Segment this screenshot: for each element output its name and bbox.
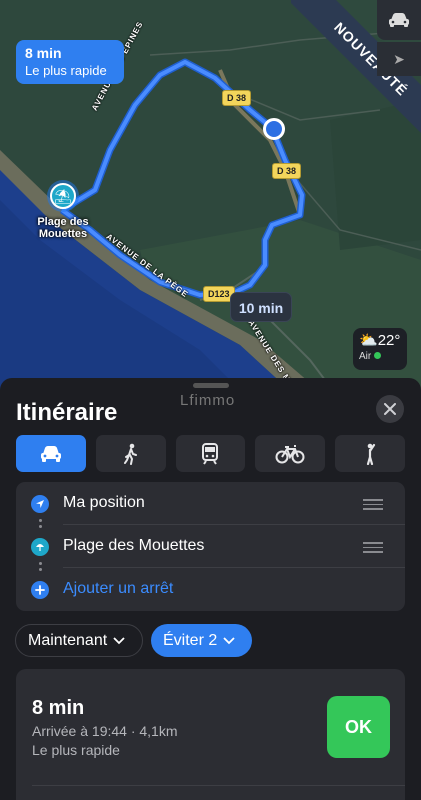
mode-bike[interactable] (255, 435, 326, 472)
alternate-route-callout[interactable]: 10 min (230, 292, 292, 322)
ok-button[interactable]: OK (327, 696, 390, 758)
add-stop-row[interactable]: Ajouter un arrêt (16, 568, 405, 611)
stop-origin-label: Ma position (63, 494, 145, 511)
add-stop-label: Ajouter un arrêt (63, 580, 174, 597)
destination-pin-label: Plage des Mouettes (37, 216, 89, 240)
route-duration: 8 min (32, 697, 85, 719)
weather-widget[interactable]: ⛅22° Air (353, 328, 407, 370)
location-arrow-button[interactable]: ➤ (377, 42, 421, 76)
mode-transit[interactable] (175, 435, 246, 472)
weather-icon: ⛅ (359, 332, 378, 349)
callout-time: 8 min (25, 45, 62, 61)
route-option-card[interactable]: 8 min Arrivée à 19:44 · 4,1km Le plus ra… (16, 669, 405, 800)
route-arrival: Arrivée à 19:44 · 4,1km (32, 723, 178, 739)
road-shield-d38: D 38 (222, 90, 252, 106)
directions-sheet: Itinéraire Lfimmo Ma position Plage des … (0, 378, 421, 800)
route-stops: Ma position Plage des Mouettes Ajouter u… (16, 482, 405, 611)
departure-time-dropdown[interactable]: Maintenant (15, 624, 143, 657)
location-arrow-icon (31, 495, 49, 513)
mode-car[interactable] (16, 435, 86, 472)
transport-modes (16, 435, 405, 472)
reorder-handle-icon[interactable] (363, 542, 383, 556)
air-quality-dot (374, 352, 382, 359)
bike-icon (275, 444, 305, 463)
beach-pin-icon[interactable]: ⛱ (50, 183, 76, 209)
weather-temp: 22° (377, 332, 401, 349)
driving-mode-map-button[interactable] (377, 0, 421, 40)
mode-rideshare[interactable] (335, 435, 405, 472)
road-shield-d38: D 38 (272, 163, 302, 179)
map-view[interactable]: AVENUE DES EPINES AVENUE DE LA PÈGE AVEN… (0, 0, 421, 400)
location-arrow-icon: ➤ (393, 50, 405, 67)
divider (32, 785, 405, 786)
watermark-logo: Lfimmo (180, 392, 236, 409)
fastest-route-callout[interactable]: 8 min Le plus rapide (16, 40, 124, 84)
stop-destination[interactable]: Plage des Mouettes (16, 525, 405, 568)
current-location-dot (263, 118, 285, 140)
mode-walk[interactable] (95, 435, 166, 472)
close-button[interactable] (376, 395, 404, 423)
car-icon (40, 445, 61, 462)
sheet-grabber[interactable] (193, 383, 229, 388)
avoid-options-dropdown[interactable]: Éviter 2 (151, 624, 252, 657)
reorder-handle-icon[interactable] (363, 499, 383, 513)
beach-umbrella-icon (31, 538, 49, 556)
person-hail-icon (366, 443, 376, 465)
plus-icon (31, 581, 49, 599)
avoid-options-label: Éviter 2 (163, 631, 218, 649)
train-icon (202, 442, 219, 465)
walk-icon (123, 443, 137, 465)
chevron-down-icon (113, 636, 125, 644)
close-icon (384, 403, 396, 415)
stop-destination-label: Plage des Mouettes (63, 537, 205, 554)
car-icon (389, 13, 409, 27)
chevron-down-icon (223, 636, 235, 644)
stop-origin[interactable]: Ma position (16, 482, 405, 525)
sheet-title: Itinéraire (16, 399, 118, 426)
callout-label: Le plus rapide (25, 63, 107, 78)
departure-time-label: Maintenant (28, 631, 108, 649)
route-kind: Le plus rapide (32, 742, 120, 758)
air-quality-label: Air (359, 351, 372, 362)
